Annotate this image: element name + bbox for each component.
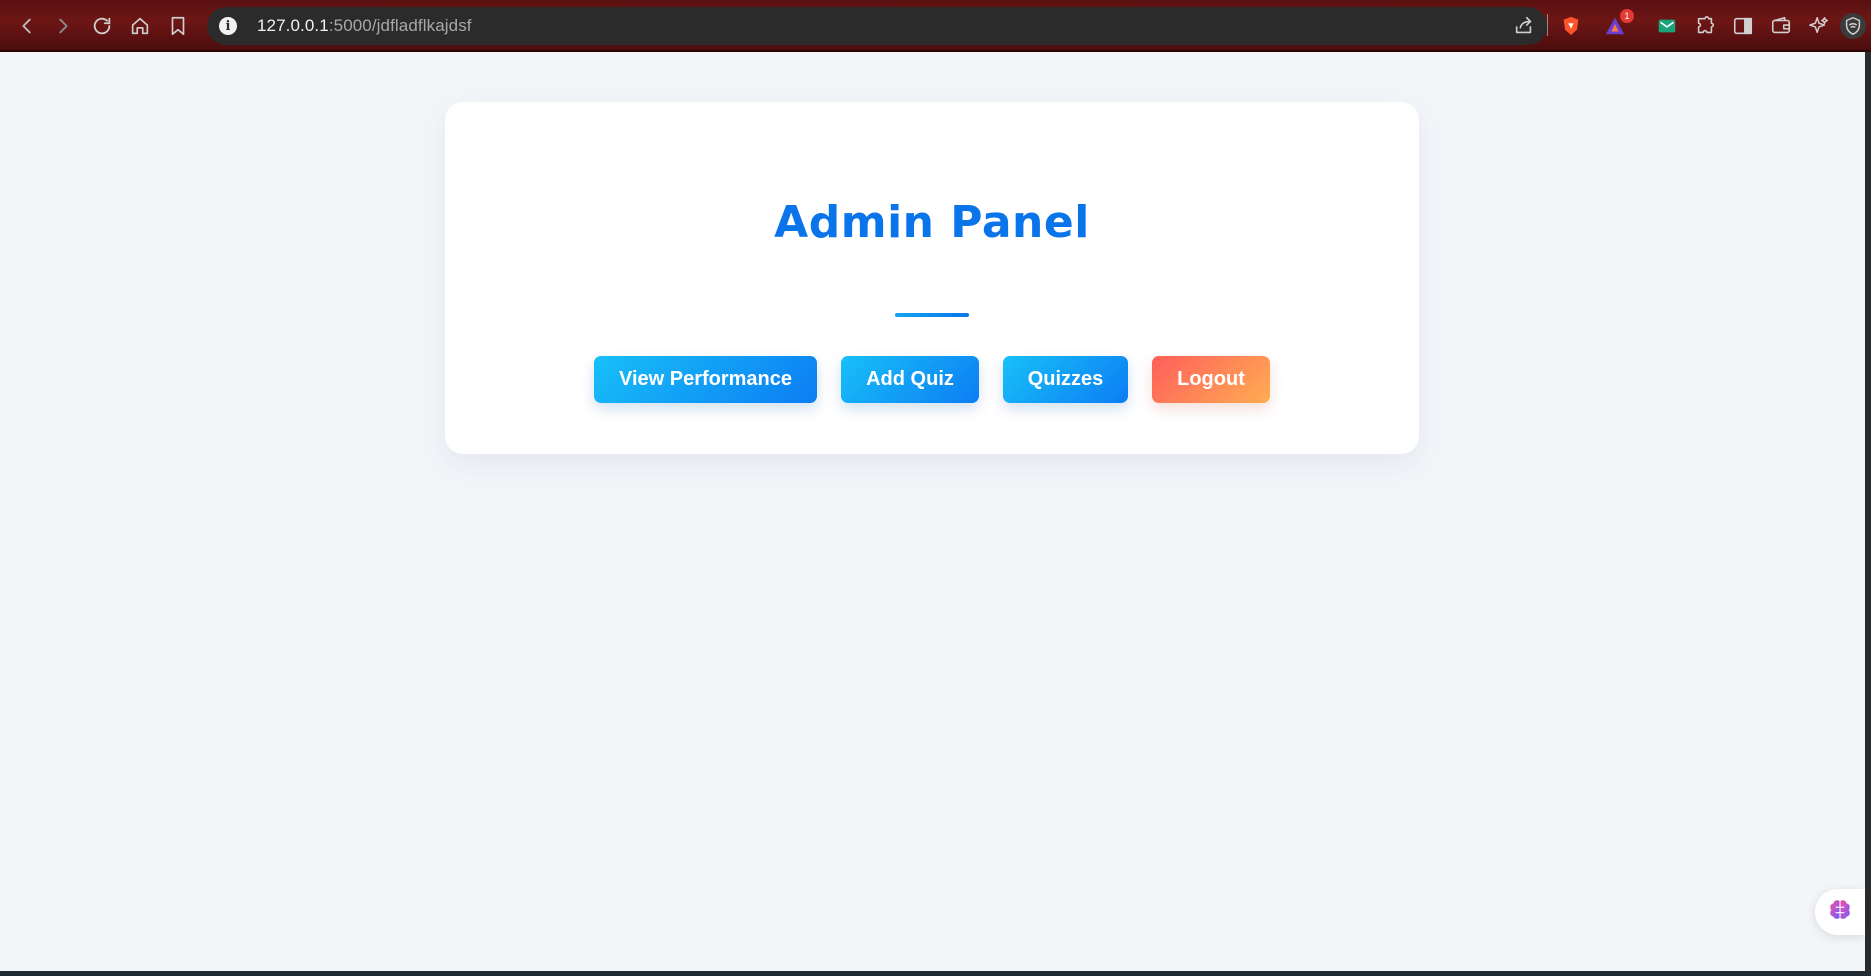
- vpn-icon[interactable]: [1840, 13, 1866, 39]
- home-icon[interactable]: [125, 11, 155, 41]
- toolbar-separator: [1547, 14, 1548, 36]
- extensions-icon[interactable]: [1692, 13, 1718, 39]
- quizzes-button[interactable]: Quizzes: [1003, 356, 1128, 403]
- info-icon[interactable]: i: [219, 17, 237, 35]
- logout-button[interactable]: Logout: [1152, 356, 1270, 403]
- sidebar-icon[interactable]: [1730, 13, 1756, 39]
- page-title: Admin Panel: [774, 197, 1090, 248]
- wallet-icon[interactable]: [1768, 13, 1794, 39]
- forward-icon[interactable]: [48, 11, 78, 41]
- window-right-edge: [1865, 52, 1871, 976]
- email-extension-icon[interactable]: [1654, 13, 1680, 39]
- url-host: 127.0.0.1: [257, 16, 329, 35]
- leo-ai-icon[interactable]: [1806, 13, 1832, 39]
- share-icon[interactable]: [1513, 15, 1535, 37]
- title-underline: [895, 313, 969, 317]
- notification-badge: 1: [1620, 9, 1634, 23]
- reload-icon[interactable]: [87, 11, 117, 41]
- admin-card: Admin Panel View Performance Add Quiz Qu…: [445, 102, 1419, 454]
- view-performance-button[interactable]: View Performance: [594, 356, 817, 403]
- brain-icon: [1827, 897, 1853, 928]
- floating-assistant-button[interactable]: [1815, 889, 1865, 935]
- back-icon[interactable]: [12, 11, 42, 41]
- add-quiz-button[interactable]: Add Quiz: [841, 356, 979, 403]
- url-text[interactable]: 127.0.0.1:5000/jdfladflkajdsf: [257, 16, 472, 36]
- bookmark-icon[interactable]: [163, 11, 193, 41]
- browser-toolbar: i 127.0.0.1:5000/jdfladflkajdsf 1: [0, 0, 1871, 52]
- window-bottom-edge: [0, 971, 1871, 976]
- url-path: :5000/jdfladflkajdsf: [328, 16, 472, 35]
- address-bar[interactable]: i 127.0.0.1:5000/jdfladflkajdsf: [207, 7, 1547, 45]
- page-viewport: Admin Panel View Performance Add Quiz Qu…: [0, 52, 1865, 971]
- brave-rewards-icon[interactable]: 1: [1602, 9, 1634, 39]
- brave-shields-icon[interactable]: [1558, 13, 1584, 39]
